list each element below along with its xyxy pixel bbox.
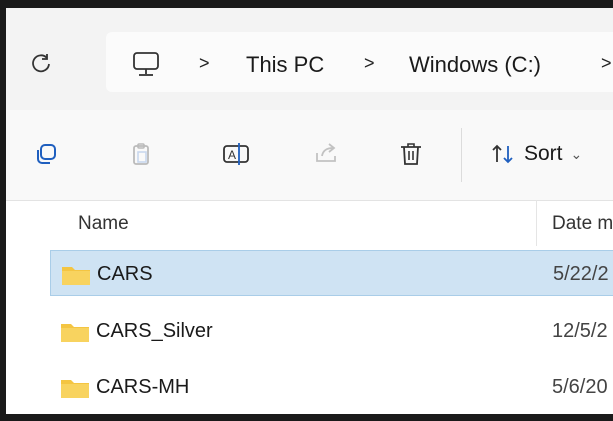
delete-button[interactable] <box>391 134 431 174</box>
breadcrumb-separator: > <box>364 53 375 73</box>
file-name: CARS <box>97 263 153 285</box>
file-date: 12/5/2 <box>552 320 608 342</box>
paste-icon <box>133 143 149 165</box>
column-header-name[interactable]: Name <box>78 213 129 235</box>
rename-button[interactable]: A <box>216 134 256 174</box>
refresh-button[interactable] <box>24 46 58 80</box>
toolbar-divider <box>461 128 462 182</box>
file-date: 5/22/2 <box>553 263 609 285</box>
breadcrumb[interactable]: > This PC > Windows (C:) > <box>106 32 613 92</box>
copy-icon <box>37 144 56 164</box>
sort-icon <box>492 144 513 164</box>
share-icon <box>316 143 336 162</box>
chevron-down-icon: ⌄ <box>570 145 583 162</box>
breadcrumb-item-windows-c[interactable]: Windows (C:) <box>409 52 541 78</box>
breadcrumb-separator: > <box>199 53 210 73</box>
column-divider[interactable] <box>536 200 537 246</box>
paste-button[interactable] <box>121 134 161 174</box>
refresh-icon <box>32 54 50 73</box>
sort-label: Sort <box>524 142 563 165</box>
svg-text:A: A <box>228 148 236 162</box>
command-bar: A Sort ⌄ <box>6 110 613 201</box>
file-name: CARS_Silver <box>96 320 213 342</box>
share-button[interactable] <box>306 134 346 174</box>
copy-button[interactable] <box>26 134 66 174</box>
file-row-cars[interactable]: CARS 5/22/2 <box>50 250 613 296</box>
breadcrumb-separator: > <box>601 53 612 73</box>
sort-button[interactable]: Sort ⌄ <box>490 134 582 174</box>
file-explorer-window: > This PC > Windows (C:) > A Sort ⌄ Name… <box>6 8 613 414</box>
file-row-cars-mh[interactable]: CARS-MH 5/6/20 <box>50 364 613 410</box>
rename-icon: A <box>223 143 249 165</box>
file-list-header: Name Date m <box>6 200 613 246</box>
folder-icon <box>61 380 89 398</box>
file-date: 5/6/20 <box>552 376 608 398</box>
folder-icon <box>61 324 89 342</box>
file-name: CARS-MH <box>96 376 190 398</box>
file-row-cars-silver[interactable]: CARS_Silver 12/5/2 <box>50 308 613 354</box>
address-bar-row: > This PC > Windows (C:) > <box>6 8 613 110</box>
computer-icon <box>133 52 159 76</box>
breadcrumb-item-this-pc[interactable]: This PC <box>246 52 324 78</box>
trash-icon <box>401 143 421 165</box>
column-header-date[interactable]: Date m <box>552 213 613 235</box>
folder-icon <box>62 267 90 285</box>
